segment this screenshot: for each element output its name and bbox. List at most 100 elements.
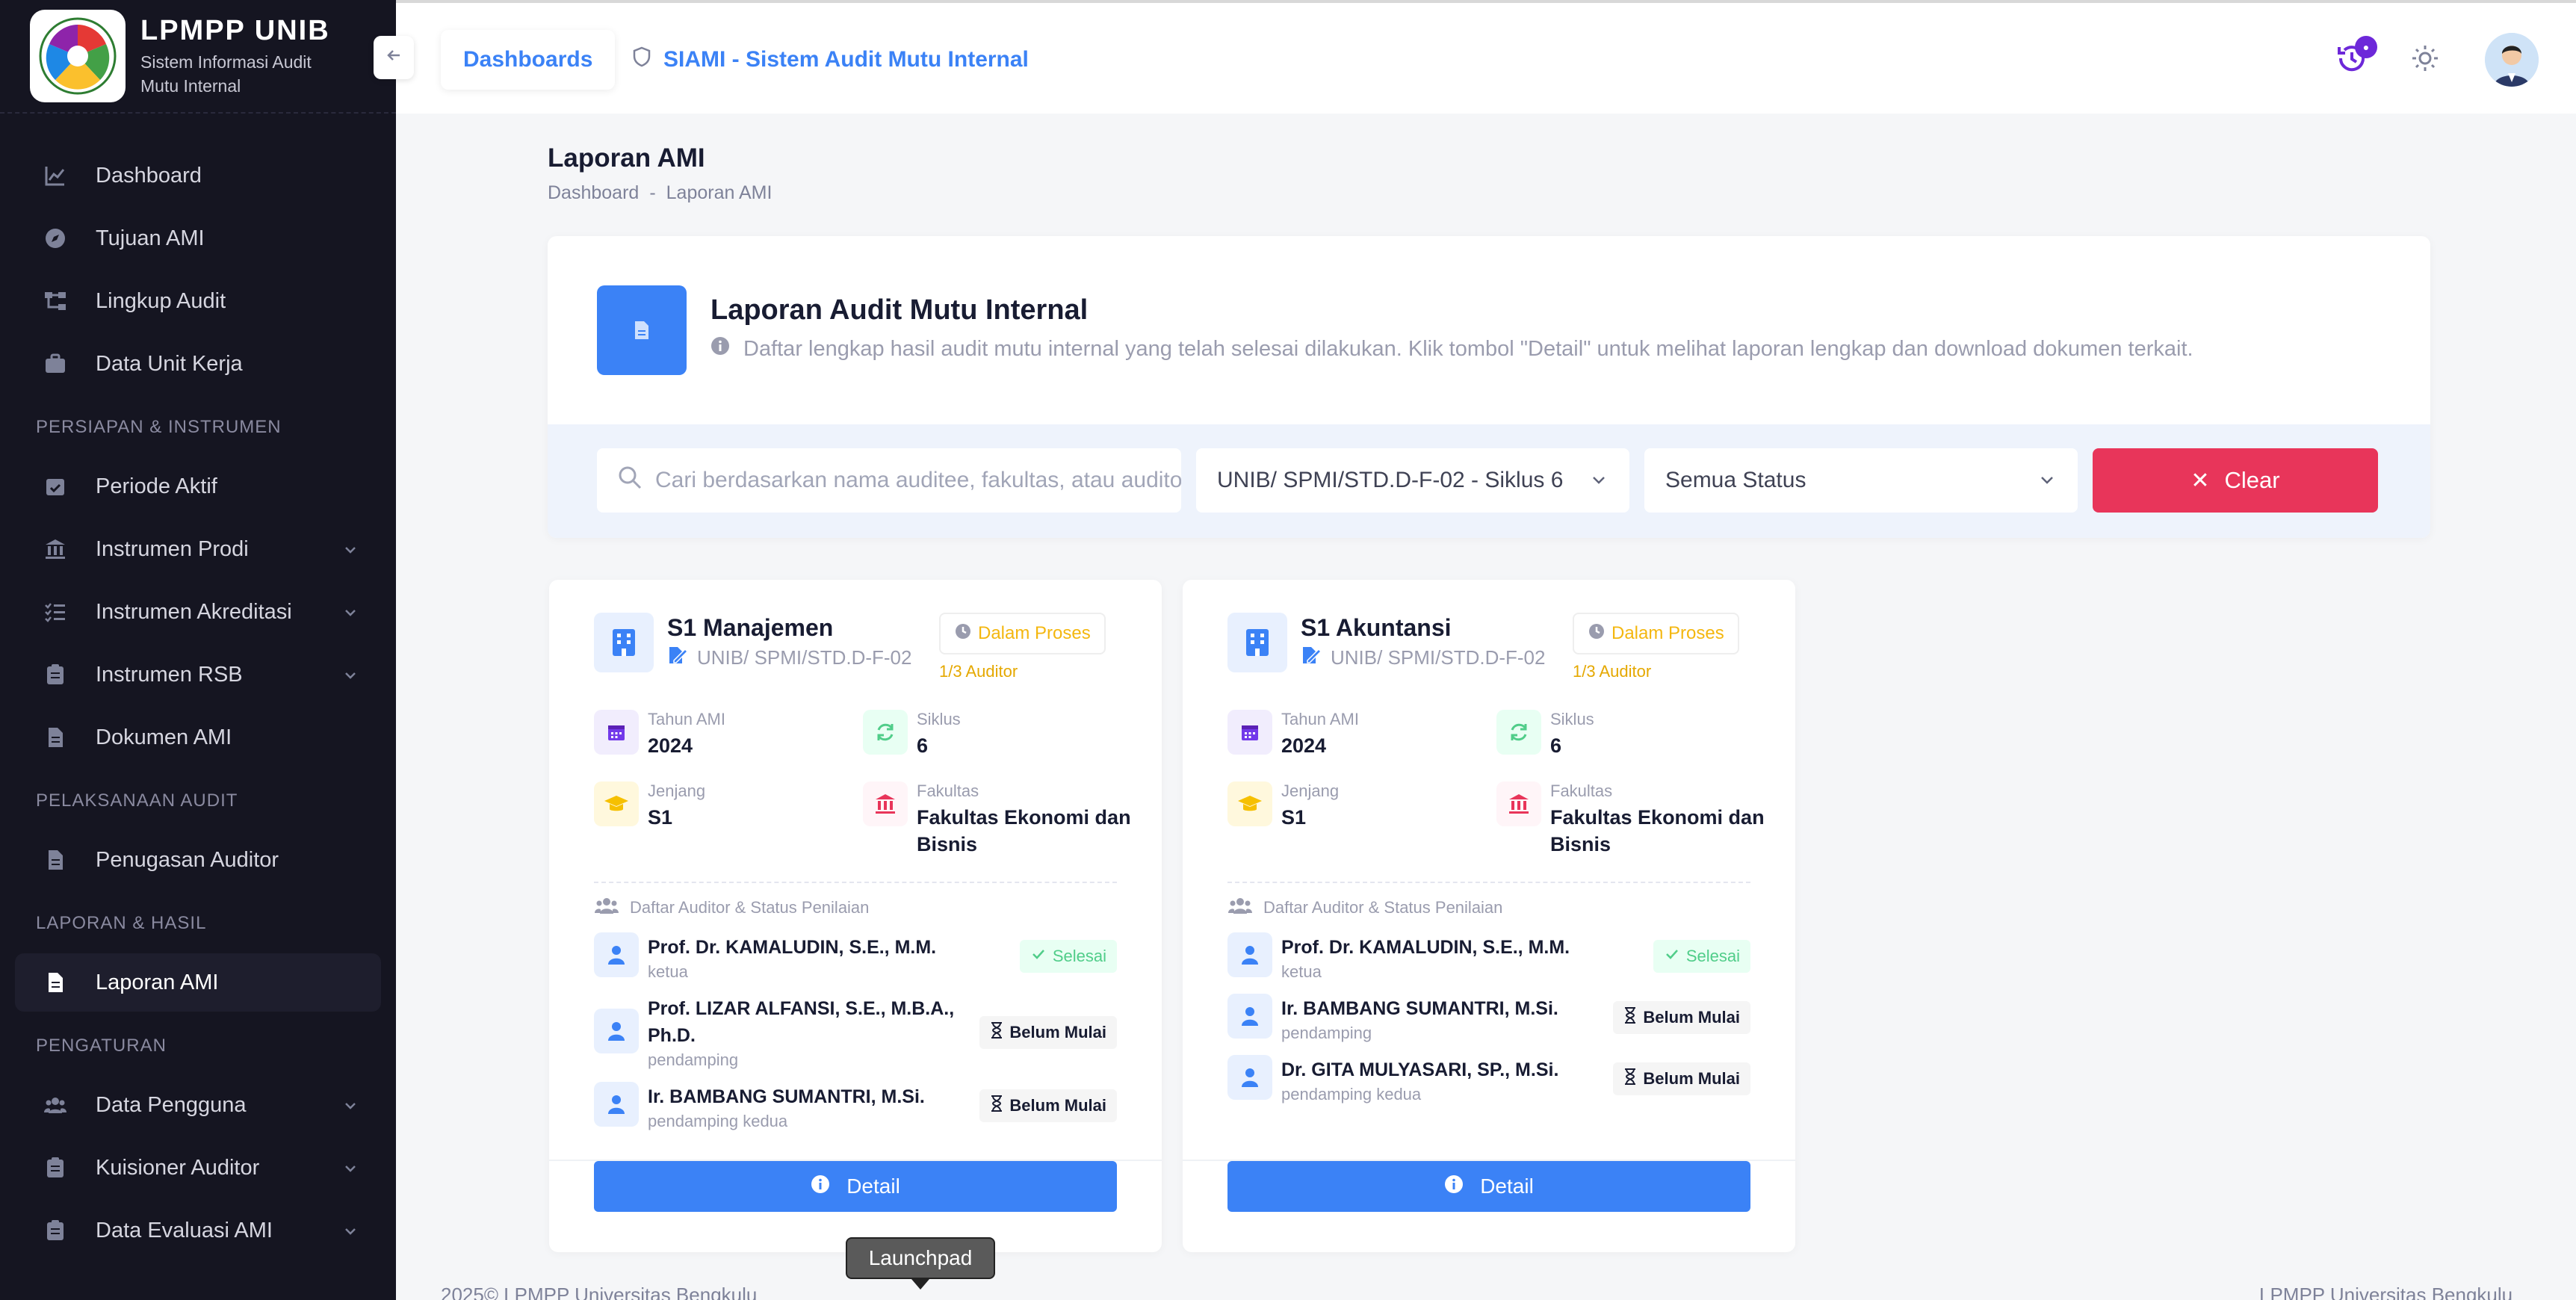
refresh-icon bbox=[863, 710, 908, 755]
footer-link[interactable]: LPMPP Universitas Bengkulu bbox=[2259, 1284, 2512, 1300]
sidebar-item-data-pengguna[interactable]: Data Pengguna bbox=[15, 1076, 381, 1134]
file-icon bbox=[42, 724, 69, 751]
sidebar-item-label: Data Pengguna bbox=[96, 1092, 247, 1117]
meta-label: Fakultas bbox=[1550, 781, 1613, 800]
chevron-down-icon bbox=[342, 539, 359, 564]
sidebar-item-laporan-ami[interactable]: Laporan AMI bbox=[15, 953, 381, 1012]
sun-icon bbox=[2410, 43, 2440, 77]
users-icon bbox=[594, 897, 619, 919]
brand-title: LPMPP UNIB bbox=[140, 14, 330, 46]
building-icon bbox=[1227, 613, 1287, 672]
auditor-row: Prof. LIZAR ALFANSI, S.E., M.B.A., Ph.D.… bbox=[594, 994, 1117, 1071]
breadcrumb-item-dashboard[interactable]: Dashboard bbox=[548, 182, 639, 204]
sidebar-item-penugasan-auditor[interactable]: Penugasan Auditor bbox=[15, 831, 381, 889]
meta-label: Fakultas bbox=[917, 781, 979, 800]
sidebar-item-data-evaluasi-ami[interactable]: Data Evaluasi AMI bbox=[15, 1201, 381, 1260]
auditor-role: pendamping bbox=[648, 1050, 739, 1069]
brand: LPMPP UNIB Sistem Informasi Audit Mutu I… bbox=[0, 0, 396, 114]
auditor-list-heading: Daftar Auditor & Status Penilaian bbox=[1227, 897, 1502, 919]
header-tab-dashboards[interactable]: Dashboards bbox=[441, 30, 616, 90]
auditor-list-heading-text: Daftar Auditor & Status Penilaian bbox=[1263, 898, 1503, 917]
history-button[interactable]: ● bbox=[2329, 36, 2377, 82]
hourglass-icon bbox=[1623, 1068, 1637, 1090]
user-avatar[interactable] bbox=[2485, 33, 2539, 87]
close-icon: ✕ bbox=[2190, 468, 2210, 493]
sidebar-item-label: Instrumen RSB bbox=[96, 662, 243, 687]
user-icon bbox=[594, 1082, 639, 1127]
auditor-name: Prof. LIZAR ALFANSI, S.E., M.B.A., Ph.D. bbox=[648, 998, 955, 1046]
panel-description: Daftar lengkap hasil audit mutu internal… bbox=[710, 336, 2193, 362]
panel-title: Laporan Audit Mutu Internal bbox=[710, 294, 1089, 326]
search-input[interactable]: Cari berdasarkan nama auditee, fakultas,… bbox=[597, 448, 1181, 513]
meta-label: Jenjang bbox=[648, 781, 706, 800]
auditor-name: Prof. Dr. KAMALUDIN, S.E., M.M. bbox=[648, 937, 937, 958]
detail-button-label: Detail bbox=[846, 1174, 900, 1198]
sitemap-icon bbox=[42, 288, 69, 315]
meta-value: 2024 bbox=[648, 734, 693, 757]
university-icon bbox=[1496, 781, 1541, 826]
refresh-icon bbox=[1496, 710, 1541, 755]
chevron-down-icon bbox=[342, 1158, 359, 1183]
clock-icon bbox=[954, 622, 972, 646]
sidebar-collapse-button[interactable] bbox=[374, 36, 414, 79]
sidebar-item-tujuan-ami[interactable]: Tujuan AMI bbox=[15, 209, 381, 267]
breadcrumb-separator: - bbox=[649, 182, 656, 203]
sidebar-item-label: Dashboard bbox=[96, 163, 202, 188]
arrow-left-icon bbox=[385, 46, 403, 69]
sidebar: LPMPP UNIB Sistem Informasi Audit Mutu I… bbox=[0, 0, 396, 1300]
info-icon bbox=[710, 336, 730, 362]
user-icon bbox=[594, 1009, 639, 1053]
sidebar-item-periode-aktif[interactable]: Periode Aktif bbox=[15, 457, 381, 516]
card-code-text: UNIB/ SPMI/STD.D-F-02 bbox=[697, 646, 912, 669]
chevron-down-icon bbox=[2037, 471, 2057, 496]
sidebar-item-instrumen-rsb[interactable]: Instrumen RSB bbox=[15, 646, 381, 704]
brand-logo[interactable] bbox=[30, 10, 126, 102]
meta-value: 6 bbox=[1550, 734, 1562, 757]
header-link-siami[interactable]: SIAMI - Sistem Audit Mutu Internal bbox=[632, 30, 1029, 90]
graduation-cap-icon bbox=[594, 781, 639, 826]
users-icon bbox=[42, 1092, 69, 1118]
sidebar-item-label: Lingkup Audit bbox=[96, 288, 226, 313]
sidebar-item-dashboard[interactable]: Dashboard bbox=[15, 146, 381, 205]
sidebar-item-lingkup-audit[interactable]: Lingkup Audit bbox=[15, 272, 381, 330]
chevron-down-icon bbox=[342, 1221, 359, 1245]
sidebar-item-kuisioner-auditor[interactable]: Kuisioner Auditor bbox=[15, 1139, 381, 1197]
sidebar-item-dokumen-ami[interactable]: Dokumen AMI bbox=[15, 708, 381, 767]
users-icon bbox=[1227, 897, 1253, 919]
auditor-role: ketua bbox=[1281, 962, 1322, 981]
sidebar-item-instrumen-akreditasi[interactable]: Instrumen Akreditasi bbox=[15, 583, 381, 641]
shield-icon bbox=[632, 46, 651, 73]
auditor-name: Ir. BAMBANG SUMANTRI, M.Si. bbox=[648, 1086, 925, 1107]
check-icon bbox=[1664, 946, 1680, 967]
hourglass-icon bbox=[990, 1095, 1003, 1117]
auditor-name: Prof. Dr. KAMALUDIN, S.E., M.M. bbox=[1281, 937, 1570, 958]
detail-button[interactable]: Detail bbox=[1227, 1161, 1750, 1212]
calendar-icon bbox=[594, 710, 639, 755]
meta-value: S1 bbox=[648, 806, 673, 829]
file-signature-icon bbox=[1301, 646, 1322, 670]
detail-button[interactable]: Detail bbox=[594, 1161, 1117, 1212]
university-icon bbox=[863, 781, 908, 826]
user-icon bbox=[1227, 994, 1272, 1039]
user-icon bbox=[594, 932, 639, 977]
auditor-status-text: Selesai bbox=[1052, 947, 1106, 965]
sidebar-item-label: Tujuan AMI bbox=[96, 226, 205, 250]
sidebar-item-instrumen-prodi[interactable]: Instrumen Prodi bbox=[15, 520, 381, 578]
clear-button[interactable]: ✕ Clear bbox=[2093, 448, 2378, 513]
auditor-name: Dr. GITA MULYASARI, SP., M.Si. bbox=[1281, 1059, 1559, 1080]
status-select[interactable]: Semua Status bbox=[1644, 448, 2078, 513]
user-icon bbox=[1227, 1055, 1272, 1100]
file-signature-icon bbox=[667, 646, 689, 670]
theme-toggle-button[interactable] bbox=[2403, 37, 2447, 82]
file-icon bbox=[42, 846, 69, 873]
sidebar-item-label: Periode Aktif bbox=[96, 474, 217, 498]
sidebar-item-label: Laporan AMI bbox=[96, 970, 219, 994]
breadcrumb-item-current: Laporan AMI bbox=[666, 182, 773, 203]
status-select-value: Semua Status bbox=[1665, 468, 1806, 492]
period-select[interactable]: UNIB/ SPMI/STD.D-F-02 - Siklus 6 bbox=[1196, 448, 1629, 513]
auditor-status-badge: Belum Mulai bbox=[1613, 1001, 1750, 1034]
meta-label: Tahun AMI bbox=[1281, 710, 1359, 728]
auditor-status-text: Belum Mulai bbox=[1009, 1023, 1106, 1041]
auditor-role: pendamping bbox=[1281, 1024, 1372, 1042]
sidebar-item-data-unit-kerja[interactable]: Data Unit Kerja bbox=[15, 335, 381, 393]
